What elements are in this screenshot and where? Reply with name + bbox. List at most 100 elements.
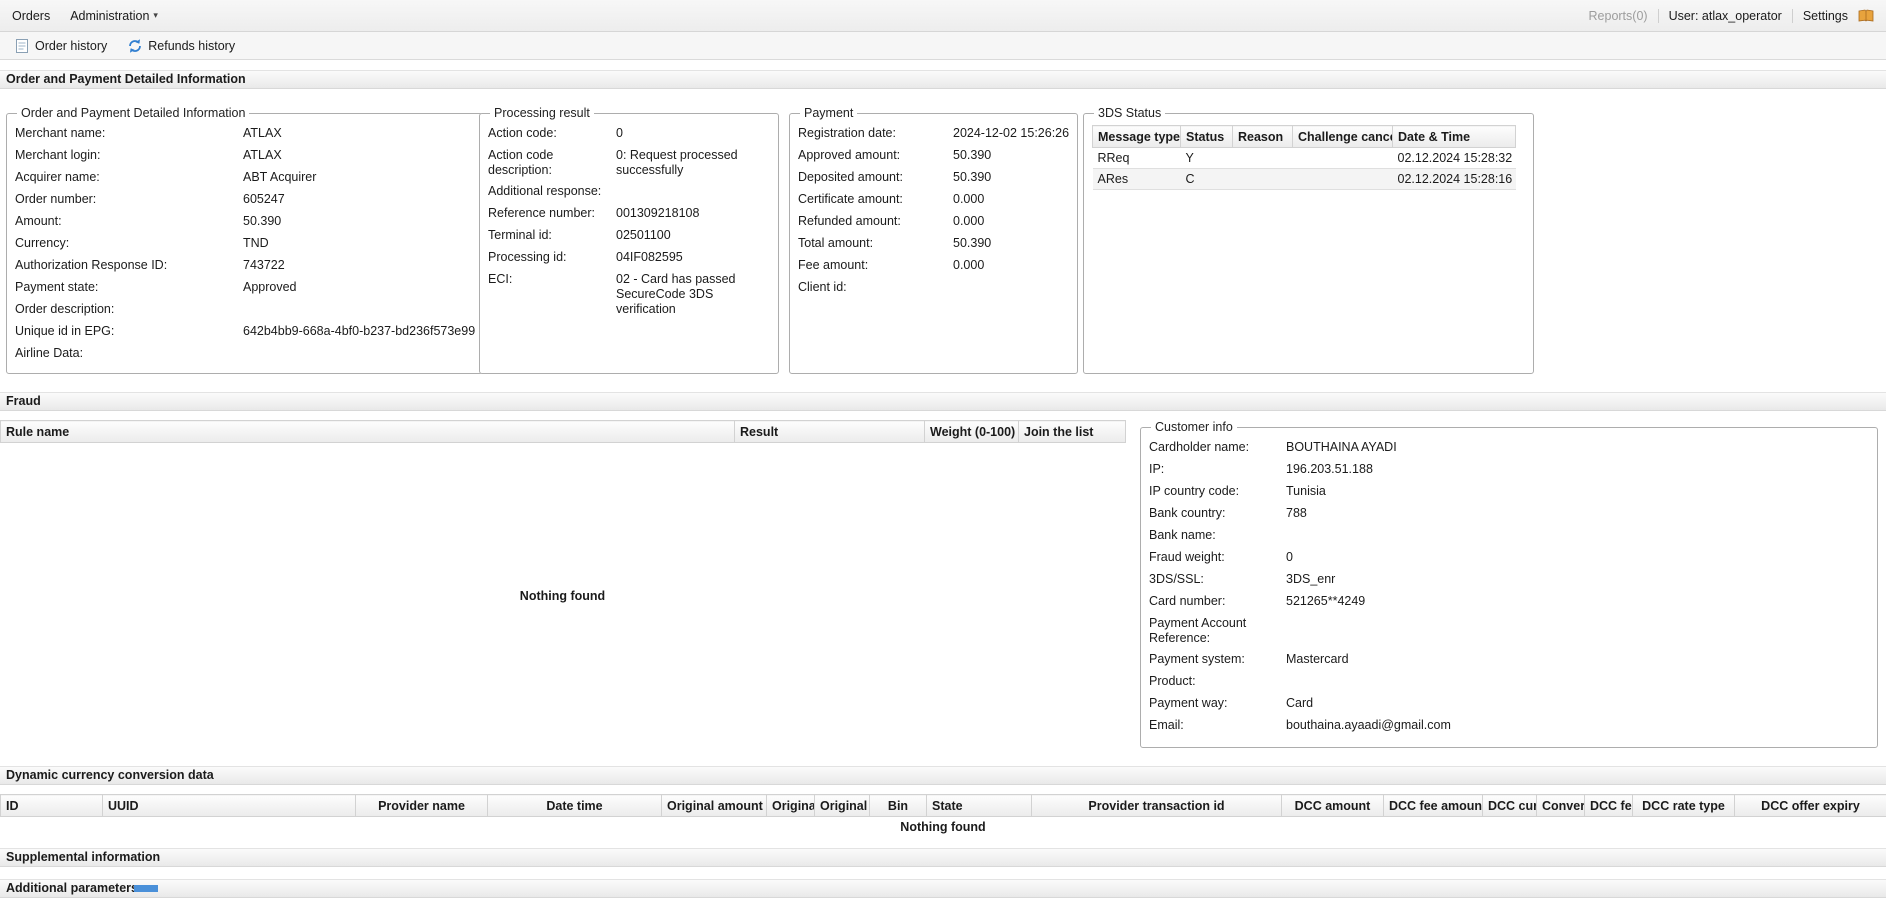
- field-row: Merchant name:ATLAX: [15, 123, 475, 145]
- field-row: 3DS/SSL:3DS_enr: [1149, 569, 1869, 591]
- dcc-col-original-fee: Original f: [767, 795, 815, 817]
- field-label: Product:: [1149, 674, 1286, 689]
- menu-administration[interactable]: Administration ▾: [60, 9, 168, 23]
- field-row: Additional response:: [488, 181, 770, 203]
- field-value: 642b4bb9-668a-4bf0-b237-bd236f573e99: [243, 324, 475, 339]
- field-value: 50.390: [953, 148, 991, 163]
- user-label: User: atlax_operator: [1669, 9, 1782, 23]
- cell: 02.12.2024 15:28:16: [1393, 169, 1516, 190]
- cell: 02.12.2024 15:28:32: [1393, 148, 1516, 169]
- field-value: ATLAX: [243, 148, 282, 163]
- field-label: Bank country:: [1149, 506, 1286, 521]
- field-row: Terminal id:02501100: [488, 225, 770, 247]
- cell: RReq: [1093, 148, 1181, 169]
- field-value: 788: [1286, 506, 1307, 521]
- dcc-col-uuid: UUID: [103, 795, 356, 817]
- field-row: ECI:02 - Card has passed SecureCode 3DS …: [488, 269, 770, 320]
- fraud-section-header: Fraud: [0, 392, 1886, 411]
- threeds-col-challenge-cancel: Challenge cancel: [1293, 126, 1393, 148]
- menu-reports: Reports(0): [1589, 9, 1648, 23]
- threeds-col-status: Status: [1181, 126, 1233, 148]
- dcc-col-state: State: [927, 795, 1032, 817]
- menu-administration-label: Administration: [70, 9, 149, 23]
- field-row: Email:bouthaina.ayaadi@gmail.com: [1149, 715, 1869, 737]
- field-label: Cardholder name:: [1149, 440, 1286, 455]
- field-row: Cardholder name:BOUTHAINA AYADI: [1149, 437, 1869, 459]
- menubar-right: Reports(0) User: atlax_operator Settings: [1589, 8, 1874, 24]
- field-value: 50.390: [243, 214, 281, 229]
- menubar: Orders Administration ▾ Reports(0) User:…: [0, 0, 1886, 32]
- refunds-history-icon: [127, 38, 143, 54]
- field-label: Order description:: [15, 302, 243, 317]
- field-label: Reference number:: [488, 206, 616, 221]
- field-value: 0: Request processed successfully: [616, 148, 770, 178]
- table-header-row: Rule name Result Weight (0-100) Join the…: [1, 421, 1126, 443]
- table-row: ARes C 02.12.2024 15:28:16: [1093, 169, 1516, 190]
- order-info-panel: Order and Payment Detailed Information M…: [6, 106, 484, 374]
- payment-panel: Payment Registration date:2024-12-02 15:…: [789, 106, 1078, 374]
- field-label: Additional response:: [488, 184, 616, 199]
- refunds-history-button[interactable]: Refunds history: [119, 35, 243, 57]
- order-info-legend: Order and Payment Detailed Information: [17, 106, 249, 120]
- field-value: 001309218108: [616, 206, 699, 221]
- field-label: Card number:: [1149, 594, 1286, 609]
- field-value: 743722: [243, 258, 285, 273]
- field-value: BOUTHAINA AYADI: [1286, 440, 1397, 455]
- dcc-col-original-amount: Original amount: [662, 795, 767, 817]
- dcc-col-original-currency: Original c: [815, 795, 870, 817]
- field-label: Processing id:: [488, 250, 616, 265]
- field-row: Currency:TND: [15, 233, 475, 255]
- field-value: 0.000: [953, 214, 984, 229]
- order-history-button[interactable]: Order history: [6, 35, 115, 57]
- field-label: Fraud weight:: [1149, 550, 1286, 565]
- field-label: Bank name:: [1149, 528, 1286, 543]
- threeds-status-panel: 3DS Status Message type Status Reason Ch…: [1083, 106, 1534, 374]
- dcc-col-provider-name: Provider name: [356, 795, 488, 817]
- toolbar: Order history Refunds history: [0, 32, 1886, 60]
- field-label: Merchant name:: [15, 126, 243, 141]
- field-value: 2024-12-02 15:26:26: [953, 126, 1069, 141]
- dcc-table: ID UUID Provider name Date time Original…: [0, 794, 1886, 817]
- cell: C: [1181, 169, 1233, 190]
- dcc-col-conversion: Conversio: [1537, 795, 1585, 817]
- table-row: RReq Y 02.12.2024 15:28:32: [1093, 148, 1516, 169]
- field-label: Merchant login:: [15, 148, 243, 163]
- field-value: ATLAX: [243, 126, 282, 141]
- field-label: Terminal id:: [488, 228, 616, 243]
- logout-book-icon[interactable]: [1858, 8, 1874, 24]
- field-label: Client id:: [798, 280, 953, 295]
- dcc-col-id: ID: [1, 795, 103, 817]
- field-value: 0: [1286, 550, 1293, 565]
- divider: [1658, 9, 1659, 23]
- app-root: Orders Administration ▾ Reports(0) User:…: [0, 0, 1886, 892]
- field-row: Card number:521265**4249: [1149, 591, 1869, 613]
- refunds-history-label: Refunds history: [148, 39, 235, 53]
- field-row: IP:196.203.51.188: [1149, 459, 1869, 481]
- field-label: Total amount:: [798, 236, 953, 251]
- page-title: Order and Payment Detailed Information: [0, 70, 1886, 89]
- field-value: bouthaina.ayaadi@gmail.com: [1286, 718, 1451, 733]
- table-header-row: Message type Status Reason Challenge can…: [1093, 126, 1516, 148]
- field-row: Total amount:50.390: [798, 233, 1069, 255]
- threeds-status-legend: 3DS Status: [1094, 106, 1165, 120]
- dcc-col-date-time: Date time: [488, 795, 662, 817]
- dcc-col-dcc-fee-amount: DCC fee amount: [1384, 795, 1483, 817]
- additional-parameters-section-header: Additional parameters: [0, 879, 1886, 898]
- field-row: Action code:0: [488, 123, 770, 145]
- field-row: Certificate amount:0.000: [798, 189, 1069, 211]
- menu-settings[interactable]: Settings: [1803, 9, 1848, 23]
- fraud-table: Rule name Result Weight (0-100) Join the…: [0, 420, 1126, 443]
- field-row: Action code description:0: Request proce…: [488, 145, 770, 181]
- field-row: Fee amount:0.000: [798, 255, 1069, 277]
- partial-blue-element: [134, 885, 158, 892]
- field-value: 02 - Card has passed SecureCode 3DS veri…: [616, 272, 770, 317]
- field-value: ABT Acquirer: [243, 170, 316, 185]
- menu-orders[interactable]: Orders: [12, 9, 60, 23]
- field-label: Payment state:: [15, 280, 243, 295]
- field-row: Bank name:: [1149, 525, 1869, 547]
- field-row: Deposited amount:50.390: [798, 167, 1069, 189]
- field-row: Amount:50.390: [15, 211, 475, 233]
- supplemental-section-header: Supplemental information: [0, 848, 1886, 867]
- field-row: Approved amount:50.390: [798, 145, 1069, 167]
- field-label: 3DS/SSL:: [1149, 572, 1286, 587]
